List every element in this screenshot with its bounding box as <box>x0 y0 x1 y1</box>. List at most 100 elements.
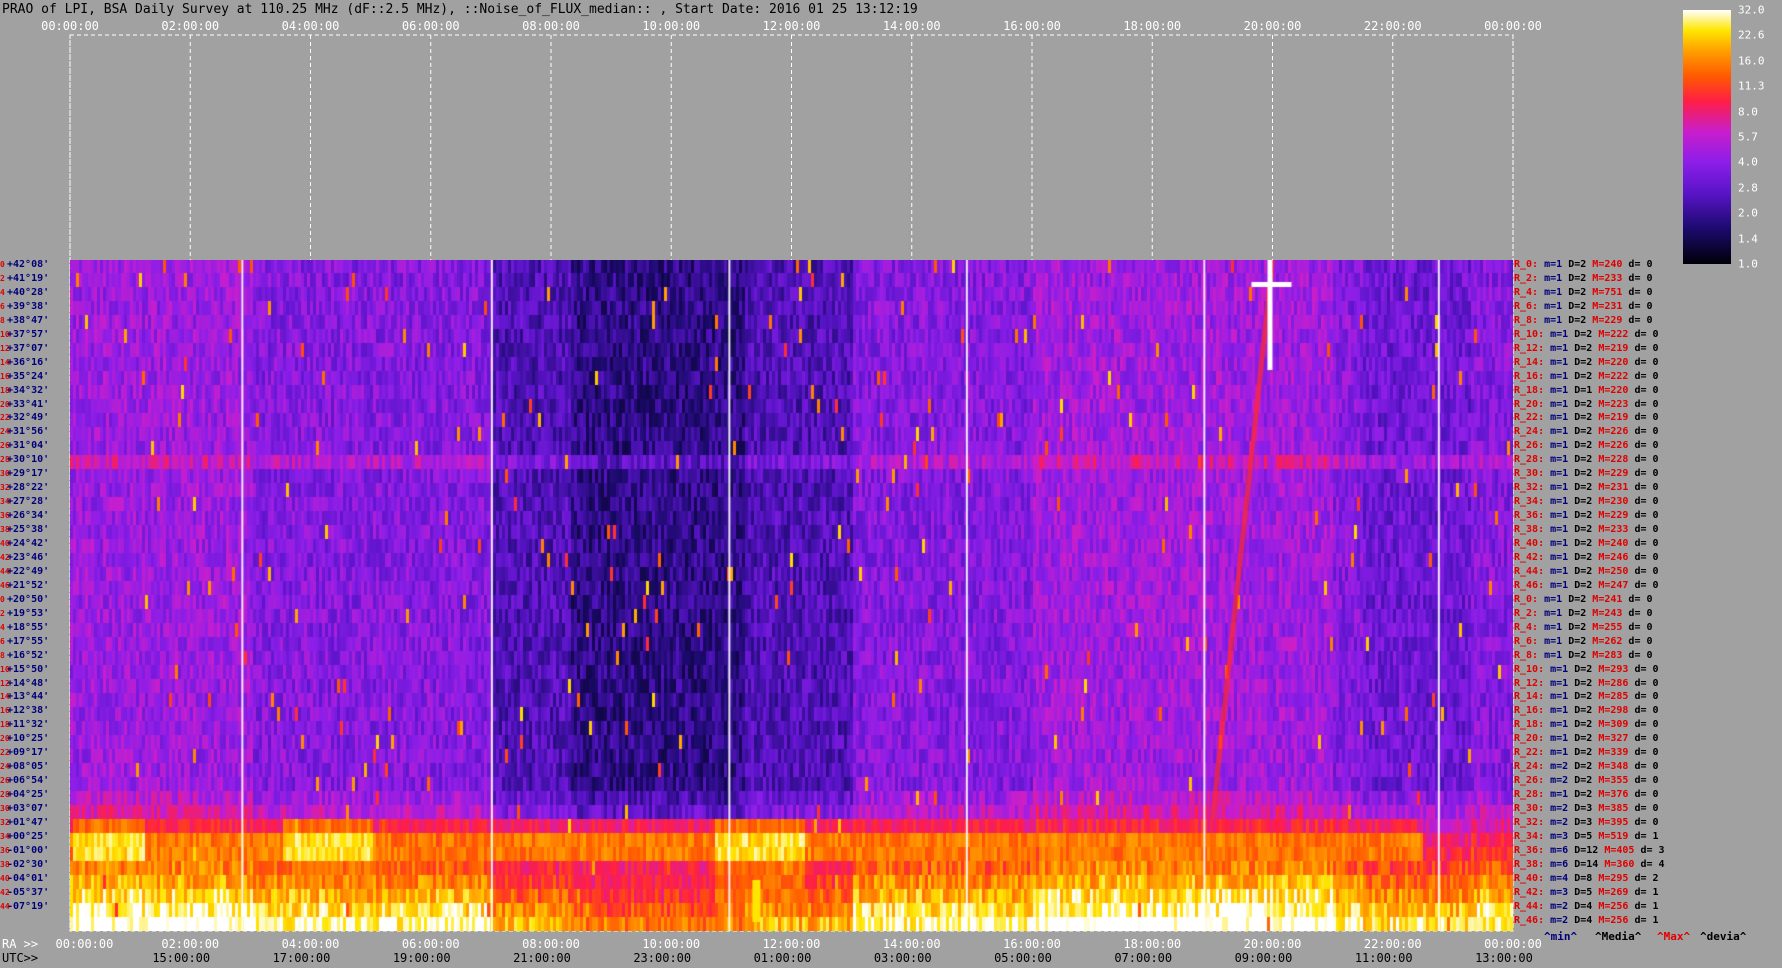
row-stat-rk: R_16: <box>1514 370 1551 382</box>
row-stat: R_44: m=1 D=2 M=250 d= 0 <box>1514 566 1659 578</box>
row-stat-dv: d= 0 <box>1634 775 1659 787</box>
row-stat-dv: d= 2 <box>1634 872 1659 884</box>
declination-label: 6 +39°38' <box>0 301 49 313</box>
declination-label: 44-07°19' <box>0 901 49 913</box>
declination-label: 32+28°22' <box>0 482 49 494</box>
ra-tick-label: 10:00:00 <box>642 937 701 951</box>
declination-label: 10+15°50' <box>0 664 49 676</box>
row-stat-mx: M=226 <box>1598 426 1635 438</box>
utc-tick-label: 07:00:00 <box>1114 951 1173 965</box>
row-index: 44 <box>0 566 10 576</box>
row-stat-mn: m=1 <box>1550 440 1575 452</box>
declination-value: +22°49' <box>7 565 50 577</box>
row-stat-rk: R_40: <box>1514 872 1551 884</box>
row-stat-md: D=2 <box>1568 286 1593 298</box>
row-stat-md: D=4 <box>1574 914 1599 926</box>
row-stat-rk: R_12: <box>1514 342 1551 354</box>
row-stat-dv: d= 0 <box>1634 733 1659 745</box>
row-index: 26 <box>0 441 10 451</box>
row-index: 10 <box>0 664 10 674</box>
declination-label: 2 +19°53' <box>0 608 49 620</box>
row-stat-dv: d= 0 <box>1634 817 1659 828</box>
row-stat-md: D=2 <box>1574 677 1599 689</box>
row-stat-mx: M=405 <box>1604 844 1641 856</box>
declination-label: 34+27°28' <box>0 496 49 508</box>
row-stat-mn: m=1 <box>1550 454 1575 466</box>
declination-label: 18+11°32' <box>0 719 49 731</box>
row-index: 8 <box>0 650 5 660</box>
row-stat: R_40: m=4 D=8 M=295 d= 2 <box>1514 873 1659 885</box>
declination-value: +29°17' <box>7 468 50 480</box>
row-stat: R_28: m=1 D=2 M=376 d= 0 <box>1514 789 1659 801</box>
declination-value: +33°41' <box>7 398 50 410</box>
row-stat-dv: d= 0 <box>1628 593 1653 605</box>
declination-value: -07°19' <box>7 900 50 912</box>
row-stat: R_42: m=3 D=5 M=269 d= 1 <box>1514 887 1659 899</box>
row-stat-mn: m=1 <box>1544 593 1569 605</box>
row-stat: R_38: m=1 D=2 M=233 d= 0 <box>1514 524 1659 536</box>
declination-value: +16°52' <box>7 649 50 661</box>
row-stat-dv: d= 0 <box>1634 440 1659 452</box>
row-stat-rk: R_16: <box>1514 705 1551 717</box>
declination-value: +28°22' <box>7 482 50 494</box>
ra-tick-label: 02:00:00 <box>161 937 220 951</box>
utc-tick-label: 17:00:00 <box>272 951 331 965</box>
row-index: 8 <box>0 315 5 325</box>
row-stat-rk: R_4: <box>1514 621 1545 633</box>
row-stat-dv: d= 0 <box>1634 328 1659 340</box>
row-stat-mn: m=1 <box>1544 635 1569 647</box>
row-stat-mx: M=348 <box>1598 761 1635 773</box>
row-index: 38 <box>0 859 10 869</box>
row-stat-mx: M=250 <box>1598 565 1635 577</box>
ra-tick-label: 16:00:00 <box>1003 937 1061 951</box>
row-stat: R_26: m=1 D=2 M=226 d= 0 <box>1514 440 1659 452</box>
row-stat-md: D=2 <box>1574 370 1599 382</box>
row-stat-mx: M=256 <box>1598 900 1635 912</box>
row-stat-dv: d= 0 <box>1634 551 1659 563</box>
row-stat: R_14: m=1 D=2 M=220 d= 0 <box>1514 357 1659 369</box>
row-stat: R_2: m=1 D=2 M=233 d= 0 <box>1514 273 1653 285</box>
declination-value: +39°38' <box>7 300 50 312</box>
legend-max: ^Max^ <box>1657 930 1691 943</box>
row-stat-rk: R_36: <box>1514 844 1551 856</box>
row-stat-md: D=2 <box>1568 314 1593 326</box>
row-stat-dv: d= 0 <box>1628 635 1653 647</box>
colorbar-tick-label: 22.6 <box>1738 28 1765 42</box>
row-stat-mn: m=1 <box>1550 663 1575 675</box>
row-stat-mx: M=385 <box>1598 803 1635 815</box>
utc-tick-label: 03:00:00 <box>873 951 932 965</box>
row-stat-mx: M=231 <box>1592 300 1629 312</box>
colorbar-tick-label: 32.0 <box>1738 3 1765 17</box>
ra-tick-label: 04:00:00 <box>281 937 340 951</box>
row-stat-rk: R_2: <box>1514 607 1545 619</box>
declination-value: -05°37' <box>7 886 50 898</box>
row-stat-mx: M=285 <box>1598 691 1635 703</box>
row-stat-mx: M=751 <box>1592 286 1629 298</box>
declination-label: 16+12°38' <box>0 705 49 717</box>
declination-label: 20+10°25' <box>0 733 49 745</box>
row-stat: R_36: m=1 D=2 M=229 d= 0 <box>1514 510 1659 522</box>
row-index: 18 <box>0 385 10 395</box>
row-stat-dv: d= 0 <box>1634 342 1659 354</box>
row-stat-mn: m=1 <box>1550 482 1575 494</box>
row-stat-mx: M=220 <box>1598 384 1635 396</box>
row-stat-mx: M=395 <box>1598 817 1635 828</box>
row-stat-mn: m=1 <box>1550 426 1575 438</box>
row-stat-rk: R_30: <box>1514 468 1551 480</box>
declination-label: 24+31°56' <box>0 426 49 438</box>
declination-value: +23°46' <box>7 551 50 563</box>
row-stat-md: D=14 <box>1574 858 1605 870</box>
row-stat-mn: m=1 <box>1550 328 1575 340</box>
row-stat-rk: R_42: <box>1514 551 1551 563</box>
declination-value: +08°05' <box>7 761 50 773</box>
row-stat-rk: R_6: <box>1514 635 1545 647</box>
row-stat: R_28: m=1 D=2 M=228 d= 0 <box>1514 454 1659 466</box>
row-stat-md: D=5 <box>1574 886 1599 898</box>
declination-value: -01°00' <box>7 844 50 856</box>
row-stat-mx: M=360 <box>1604 858 1641 870</box>
row-stat-rk: R_28: <box>1514 454 1551 466</box>
colorbar-tick-label: 16.0 <box>1738 54 1765 68</box>
row-stat-dv: d= 0 <box>1634 412 1659 424</box>
row-stat-mn: m=1 <box>1544 314 1569 326</box>
ra-tick-label: 20:00:00 <box>1243 937 1302 951</box>
